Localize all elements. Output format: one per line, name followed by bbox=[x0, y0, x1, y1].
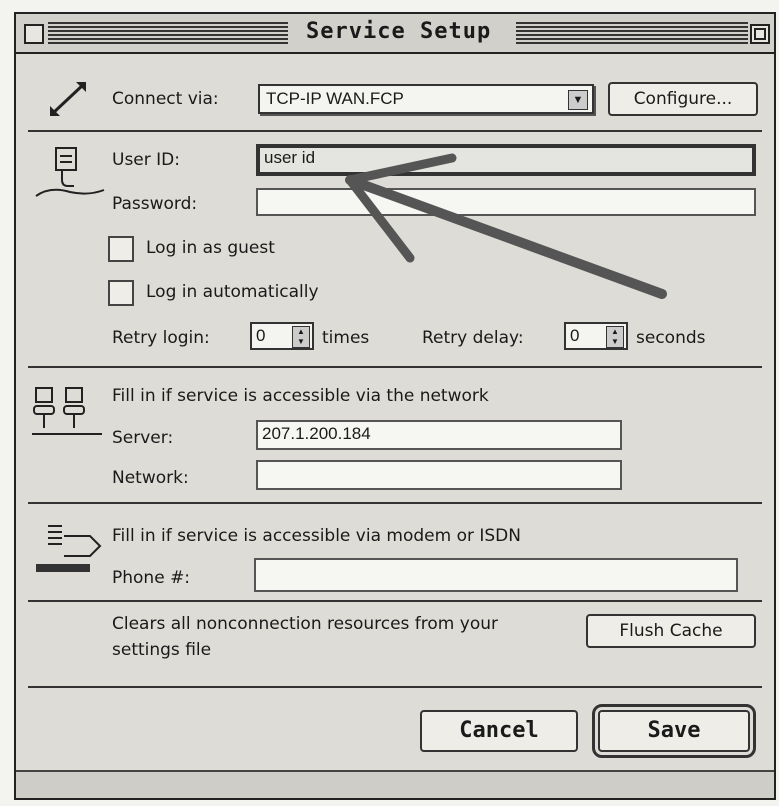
service-setup-window: Service Setup Connect via: TCP-IP WAN.FC… bbox=[14, 12, 776, 800]
zoom-box-icon[interactable] bbox=[750, 24, 770, 44]
title-stripes-right bbox=[516, 22, 748, 44]
retry-login-label: Retry login: bbox=[112, 328, 210, 348]
seconds-label: seconds bbox=[636, 328, 706, 348]
window-title: Service Setup bbox=[296, 19, 502, 44]
close-box-icon[interactable] bbox=[24, 24, 44, 44]
configure-button[interactable]: Configure... bbox=[608, 82, 758, 116]
save-button[interactable]: Save bbox=[592, 704, 756, 758]
phone-field[interactable] bbox=[254, 558, 738, 592]
password-label: Password: bbox=[112, 194, 198, 214]
cancel-button[interactable]: Cancel bbox=[420, 710, 578, 752]
divider bbox=[28, 686, 762, 688]
modem-icon bbox=[36, 525, 102, 572]
divider bbox=[28, 366, 762, 368]
network-label: Network: bbox=[112, 468, 189, 488]
divider bbox=[28, 600, 762, 602]
password-field[interactable] bbox=[256, 188, 756, 216]
phone-label: Phone #: bbox=[112, 568, 191, 588]
title-bar[interactable]: Service Setup bbox=[16, 14, 774, 54]
connect-via-label: Connect via: bbox=[112, 89, 219, 109]
user-id-field[interactable]: user id bbox=[256, 144, 756, 176]
retry-login-value: 0 bbox=[256, 326, 266, 345]
retry-delay-value: 0 bbox=[570, 326, 580, 345]
retry-login-stepper[interactable]: 0 ▲ ▼ bbox=[250, 322, 314, 350]
connection-arrows-icon bbox=[50, 82, 86, 116]
divider bbox=[28, 130, 762, 132]
divider bbox=[28, 502, 762, 504]
times-label: times bbox=[322, 328, 370, 348]
network-computers-icon bbox=[32, 387, 102, 435]
guest-label: Log in as guest bbox=[146, 238, 275, 258]
window-bottom-bar bbox=[16, 770, 774, 798]
flush-cache-button[interactable]: Flush Cache bbox=[586, 614, 756, 648]
server-field[interactable]: 207.1.200.184 bbox=[256, 420, 622, 450]
retry-delay-label: Retry delay: bbox=[422, 328, 524, 348]
stepper-arrows-icon[interactable]: ▲ ▼ bbox=[292, 326, 310, 348]
guest-checkbox[interactable] bbox=[108, 236, 134, 262]
modem-heading: Fill in if service is accessible via mod… bbox=[112, 526, 521, 546]
retry-delay-stepper[interactable]: 0 ▲ ▼ bbox=[564, 322, 628, 350]
server-label: Server: bbox=[112, 428, 174, 448]
title-stripes-left bbox=[48, 22, 288, 44]
connect-via-value: TCP-IP WAN.FCP bbox=[266, 89, 404, 108]
chevron-down-icon: ▼ bbox=[568, 90, 588, 110]
cache-description-line1: Clears all nonconnection resources from … bbox=[112, 614, 498, 634]
network-field[interactable] bbox=[256, 460, 622, 490]
connect-via-popup[interactable]: TCP-IP WAN.FCP ▼ bbox=[258, 84, 594, 114]
user-hand-icon bbox=[35, 147, 105, 197]
stepper-arrows-icon[interactable]: ▲ ▼ bbox=[606, 326, 624, 348]
auto-login-checkbox[interactable] bbox=[108, 280, 134, 306]
network-heading: Fill in if service is accessible via the… bbox=[112, 386, 489, 406]
cache-description-line2: settings file bbox=[112, 640, 212, 660]
auto-login-label: Log in automatically bbox=[146, 282, 319, 302]
user-id-label: User ID: bbox=[112, 150, 180, 170]
